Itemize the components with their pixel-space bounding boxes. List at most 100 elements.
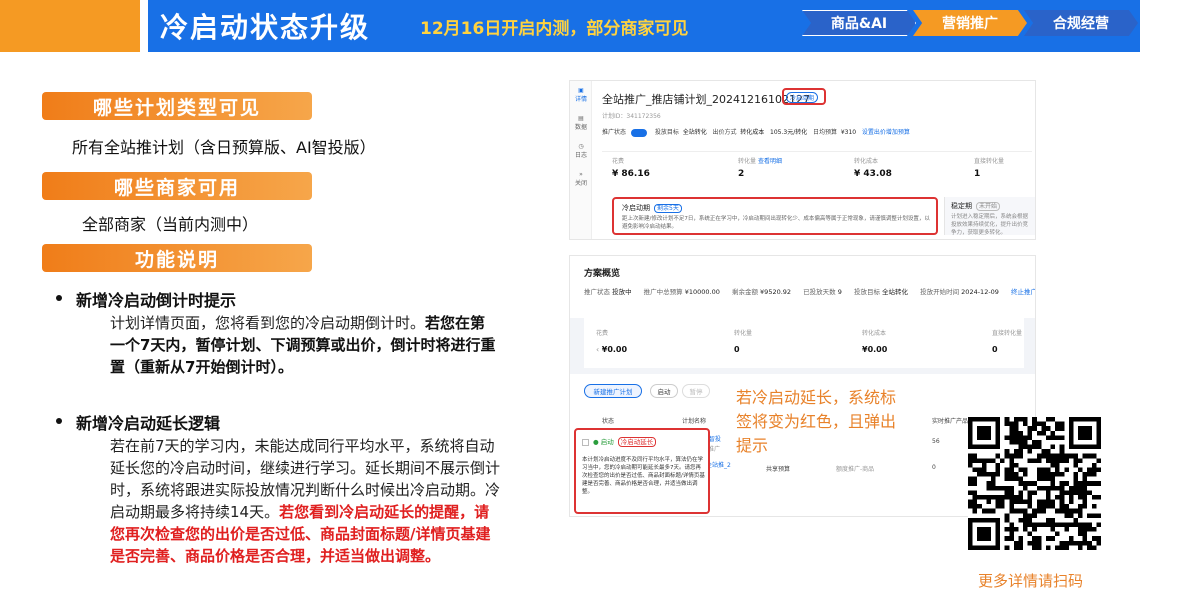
sidebar-item-log-label: 日志 bbox=[574, 152, 587, 159]
section-heading-plan-types: 哪些计划类型可见 bbox=[42, 92, 312, 120]
feature-desc-extension: 若在前7天的学习内，未能达成同行平均水平，系统将自动延长您的冷启动时间，继续进行… bbox=[110, 435, 500, 567]
column-plan-name: 计划名称 bbox=[682, 418, 707, 425]
sidebar-item-detail[interactable]: ▣ 详情 bbox=[572, 87, 590, 103]
cold-start-panel-text: 距上次新建/修改计划不足7日，系统正在学习中，冷启动期间出现转化少、成本偏高等属… bbox=[622, 216, 930, 230]
feature-desc-countdown: 计划详情页面，您将看到您的冷启动期倒计时。若您在第一个7天内，暂停计划、下调预算… bbox=[110, 312, 500, 378]
section-heading-features: 功能说明 bbox=[42, 244, 312, 272]
nav-item-product-ai[interactable]: 商品&AI bbox=[802, 10, 916, 36]
column-status: 状态 bbox=[602, 418, 615, 425]
product-count-1: 56 bbox=[932, 438, 940, 445]
view-details-link[interactable]: 查看明细 bbox=[758, 158, 782, 165]
metric-spend-label: 花费 bbox=[596, 330, 609, 337]
start-button[interactable]: 启动 bbox=[650, 384, 678, 398]
plan-status-text: 启动 bbox=[600, 438, 614, 446]
overview-title: 方案概览 bbox=[584, 269, 621, 279]
qr-code[interactable] bbox=[968, 417, 1101, 550]
increase-budget-link[interactable]: 设置出价增加预算 bbox=[862, 129, 910, 136]
metric-direct: 直接转化量 0 bbox=[992, 328, 1022, 354]
detail-icon: ▣ bbox=[578, 87, 584, 94]
remaining-label: 剩余金额 bbox=[731, 288, 758, 296]
metric-direct-value: 0 bbox=[992, 345, 998, 354]
chart-icon: ▤ bbox=[578, 115, 584, 122]
new-plan-button[interactable]: 新建推广计划 bbox=[584, 384, 642, 398]
metric-spend: 花费 ‹ ¥0.00 bbox=[596, 328, 627, 354]
sidebar-item-close[interactable]: » 关闭 bbox=[572, 171, 590, 187]
row-checkbox[interactable] bbox=[582, 438, 589, 446]
plan-id: 计划ID：341172356 bbox=[602, 113, 661, 120]
promo-status-toggle[interactable] bbox=[630, 128, 647, 137]
stop-promotion-link[interactable]: 终止推广 bbox=[1011, 288, 1035, 296]
clock-icon: ◷ bbox=[578, 143, 584, 150]
annotation-text: 若冷启动延长，系统标签将变为红色，且弹出提示 bbox=[732, 384, 912, 460]
metric-spend: 花费 ¥ 86.16 bbox=[612, 156, 650, 179]
metric-cost-value: ¥ 43.08 bbox=[854, 169, 892, 179]
page-subtitle: 12月16日开启内测，部分商家可见 bbox=[420, 19, 689, 39]
total-budget-value: ¥10000.00 bbox=[684, 288, 720, 296]
target-label: 投放目标 bbox=[654, 129, 679, 136]
sidebar-item-close-label: 关闭 bbox=[574, 180, 587, 187]
qr-caption: 更多详情请扫码 bbox=[978, 572, 1084, 590]
stable-panel-text: 计划进入稳定期后，系统会根据投放效果持续优化，提升出价竞争力，获取更多转化。 bbox=[951, 214, 1029, 236]
target-value: 全站转化 bbox=[682, 129, 707, 136]
header-accent-block bbox=[0, 0, 140, 52]
start-time-label: 投放开始时间 bbox=[920, 288, 960, 296]
cold-start-panel-header: 冷启动期 剩余5天 bbox=[622, 203, 682, 213]
metric-spend-number: ¥0.00 bbox=[601, 345, 628, 354]
status-label: 推广状态 bbox=[584, 288, 610, 296]
metric-conversions: 转化量 查看明细 2 bbox=[738, 156, 782, 179]
pause-button[interactable]: 暂停 bbox=[682, 384, 710, 398]
bullet-icon bbox=[56, 418, 62, 424]
metric-spend-label: 花费 bbox=[612, 158, 625, 165]
nav-item-compliance[interactable]: 合规经营 bbox=[1024, 10, 1138, 36]
metrics-card bbox=[584, 318, 1024, 368]
bullet-icon bbox=[56, 295, 62, 301]
cold-start-extended-tag: 冷启动延长 bbox=[617, 437, 657, 447]
cold-start-tag: 冷启动期 bbox=[786, 92, 819, 103]
metric-direct: 直接转化量 1 bbox=[974, 156, 1004, 179]
status-value: 投放中 bbox=[612, 288, 632, 296]
plan-status-row: ● 启动 冷启动延长 bbox=[582, 436, 657, 447]
start-time-value: 2024-12-09 bbox=[961, 288, 999, 296]
cold-start-panel-title: 冷启动期 bbox=[622, 204, 650, 212]
target-label: 投放目标 bbox=[853, 288, 880, 296]
plan-title: 全站推广_推店铺计划_20241216102127 bbox=[602, 93, 810, 106]
feature-desc-countdown-a: 计划详情页面，您将看到您的冷启动期倒计时。 bbox=[110, 314, 426, 332]
feature-title-countdown: 新增冷启动倒计时提示 bbox=[76, 291, 237, 310]
stable-panel: 稳定期 未开始 计划进入稳定期后，系统会根据投放效果持续优化，提升出价竞争力，获取… bbox=[944, 197, 1035, 236]
bid-method-value: 转化成本 bbox=[740, 129, 765, 136]
metric-cost: 转化成本 ¥0.00 bbox=[862, 328, 887, 354]
metric-cost-label: 转化成本 bbox=[862, 330, 887, 337]
stable-panel-title: 稳定期 bbox=[951, 202, 972, 210]
sidebar-item-data[interactable]: ▤ 数据 bbox=[572, 115, 590, 131]
header-banner: 冷启动状态升级 12月16日开启内测，部分商家可见 商品&AI 营销推广 合规经… bbox=[0, 0, 1200, 52]
sidebar-item-log[interactable]: ◷ 日志 bbox=[572, 143, 590, 159]
budget-label: 日均预算 bbox=[812, 129, 837, 136]
countdown-badge: 剩余5天 bbox=[654, 204, 682, 213]
plan-metrics: 花费 ¥ 86.16 转化量 查看明细 2 转化成本 ¥ 43.08 直接转化量… bbox=[602, 151, 1032, 191]
days-value: 9 bbox=[837, 288, 842, 296]
overview-row: 推广状态 投放中 推广中总预算 ¥10000.00 剩余金额 ¥9520.92 … bbox=[584, 286, 1035, 296]
budget-type-2: 额度推广-商品 bbox=[836, 466, 875, 473]
metric-cost: 转化成本 ¥ 43.08 bbox=[854, 156, 892, 179]
metric-conversions-value: 2 bbox=[738, 169, 745, 179]
total-budget-label: 推广中总预算 bbox=[643, 288, 683, 296]
metric-spend-value: ‹ ¥0.00 bbox=[596, 345, 627, 354]
collapse-icon: » bbox=[579, 171, 583, 178]
promo-status-label: 推广状态 bbox=[602, 129, 627, 136]
column-live-products: 实时推广产品 bbox=[932, 418, 969, 425]
plan-detail-sidebar: ▣ 详情 ▤ 数据 ◷ 日志 » 关闭 bbox=[570, 81, 592, 239]
metric-conversions-label: 转化量 bbox=[738, 158, 757, 165]
nav-item-marketing[interactable]: 营销推广 bbox=[913, 10, 1027, 36]
cold-start-panel: 冷启动期 剩余5天 距上次新建/修改计划不足7日，系统正在学习中，冷启动期间出现转… bbox=[612, 197, 938, 235]
metric-cost-label: 转化成本 bbox=[854, 158, 879, 165]
metric-conversions: 转化量 0 bbox=[734, 328, 752, 354]
metric-spend-value: ¥ 86.16 bbox=[612, 169, 650, 179]
merchants-text: 全部商家（当前内测中） bbox=[82, 215, 259, 234]
days-label: 已投放天数 bbox=[803, 288, 836, 296]
plan-settings-row: 推广状态 投放目标 全站转化 出价方式 转化成本 105.3元/转化 日均预算 … bbox=[602, 127, 910, 137]
metric-cost-value: ¥0.00 bbox=[862, 345, 888, 354]
page-title: 冷启动状态升级 bbox=[160, 11, 371, 44]
feature-title-extension: 新增冷启动延长逻辑 bbox=[76, 414, 221, 433]
remaining-value: ¥9520.92 bbox=[760, 288, 792, 296]
section-heading-merchants: 哪些商家可用 bbox=[42, 172, 312, 200]
